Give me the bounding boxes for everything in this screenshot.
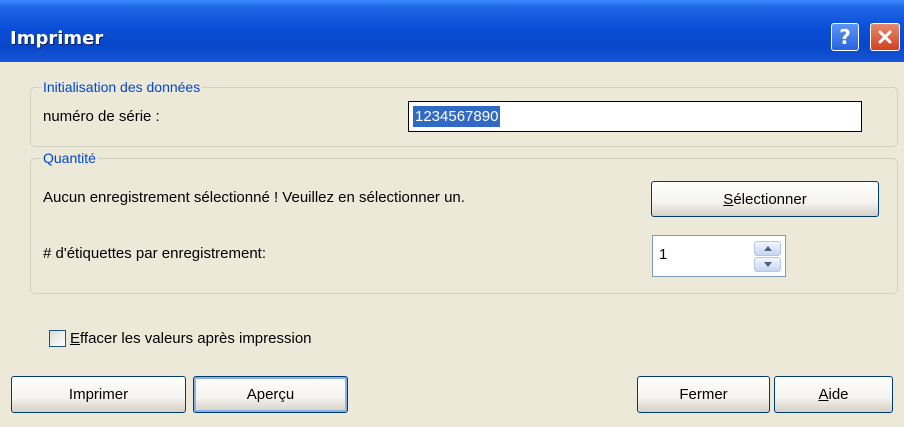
help-button-label: Aide [818,386,849,403]
serial-input[interactable]: 1234567890 [408,101,862,132]
preview-button-label: Aperçu [246,386,295,403]
close-button[interactable] [870,23,900,51]
chevron-down-icon [763,262,772,267]
help-dialog-button[interactable]: Aide [774,376,893,413]
close-button-label: Fermer [679,386,728,403]
labels-per-record-value: 1 [659,246,668,263]
print-button-label: Imprimer [68,386,129,403]
help-button[interactable]: ? [831,23,859,51]
labels-per-record-label: # d'étiquettes par enregistrement: [43,245,266,262]
help-icon: ? [839,25,851,49]
serial-label: numéro de série : [43,108,160,125]
spin-up-button[interactable] [754,241,781,256]
window-title: Imprimer [10,28,104,49]
select-button-label: Sélectionner [723,190,807,208]
chevron-up-icon [763,246,772,251]
title-bar[interactable]: Imprimer ? [0,0,904,62]
clear-values-label[interactable]: Effacer les valeurs après impression [70,330,312,347]
no-record-message: Aucun enregistrement sélectionné ! Veuil… [43,189,465,206]
preview-button[interactable]: Aperçu [193,376,348,413]
quantity-legend: Quantité [41,150,98,166]
select-button[interactable]: Sélectionner [651,181,879,217]
close-icon [878,30,892,44]
dialog-client: Initialisation des données numéro de sér… [6,62,898,427]
print-button[interactable]: Imprimer [11,376,186,413]
labels-per-record-stepper[interactable]: 1 [652,235,786,277]
clear-values-checkbox[interactable] [49,330,66,347]
serial-value: 1234567890 [413,106,501,127]
close-dialog-button[interactable]: Fermer [637,376,770,413]
spin-down-button[interactable] [754,257,781,272]
data-init-legend: Initialisation des données [41,79,203,95]
